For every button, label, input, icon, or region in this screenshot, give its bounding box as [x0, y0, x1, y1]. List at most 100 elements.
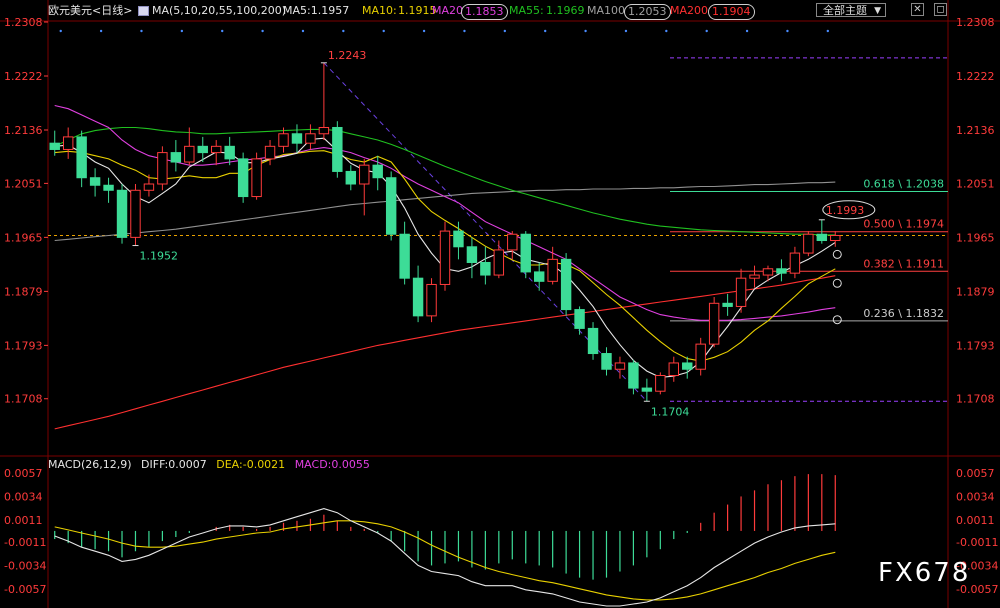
candle-body	[345, 170, 357, 185]
candle-body	[587, 327, 599, 355]
macd-tick-left: 0.0011	[4, 514, 43, 527]
price-tick-right: 1.1793	[956, 339, 995, 352]
close-icon[interactable]: ✕	[911, 3, 924, 16]
ma-end-marker	[832, 278, 842, 288]
fib-level-label: 0.618 \ 1.2038	[863, 178, 944, 191]
candle-body	[62, 136, 74, 150]
price-tick-right: 1.2051	[956, 177, 995, 190]
ma5-label: MA5:1.1957	[283, 4, 350, 17]
candle-body	[439, 230, 451, 285]
candle-body	[184, 145, 195, 163]
ma10-value: 1.1915	[398, 4, 437, 17]
day-marker-dot	[382, 29, 385, 33]
candle-body	[103, 184, 114, 191]
candle-body	[305, 133, 316, 144]
price-tick-right: 1.2136	[956, 124, 995, 137]
candle-body	[560, 258, 572, 311]
candle-body	[89, 177, 101, 186]
ma20-label: MA20	[432, 4, 464, 17]
day-marker-dot	[705, 29, 708, 33]
candle-body	[762, 268, 774, 276]
candle-body	[507, 233, 518, 251]
candle-body	[49, 142, 60, 150]
price-tick-right: 1.1708	[956, 393, 995, 406]
price-annotation: 1.1993	[826, 204, 865, 217]
candle-body	[224, 145, 235, 160]
price-tick-left: 1.1879	[4, 285, 43, 298]
candle-body	[332, 126, 343, 172]
candle-body	[237, 158, 249, 198]
ma55-value: 1.1969	[546, 4, 585, 17]
macd-tick-left: 0.0034	[4, 490, 43, 503]
candle-body	[695, 343, 706, 370]
ma-end-marker	[832, 315, 842, 325]
candle-body	[735, 277, 747, 307]
macd-diff: DIFF:0.0007	[141, 458, 207, 471]
candle-body	[453, 230, 464, 248]
day-marker-dot	[826, 29, 830, 33]
indicator-icon[interactable]	[138, 6, 149, 16]
price-annotation: 1.2243	[328, 49, 367, 62]
candle-body	[830, 234, 841, 242]
day-marker-dot	[261, 29, 264, 33]
symbol-label[interactable]: 欧元美元<日线>	[48, 2, 132, 20]
price-tick-left: 1.2308	[4, 16, 43, 29]
candle-body	[614, 362, 626, 370]
day-marker-dot	[140, 29, 143, 33]
day-marker-dot	[342, 29, 345, 33]
ma-params-label: MA(5,10,20,55,100,200)	[152, 4, 287, 17]
watermark: FX678	[878, 558, 971, 588]
macd-tick-left: -0.0057	[4, 583, 46, 596]
candle-body	[412, 277, 424, 317]
macd-tick-left: -0.0034	[4, 559, 46, 572]
ma10-label: MA10:	[362, 4, 397, 17]
candle-body	[76, 136, 87, 179]
candle-body	[399, 233, 410, 279]
price-tick-left: 1.2222	[4, 70, 43, 83]
candle-body	[197, 145, 208, 154]
theme-dropdown[interactable]: 全部主题 ▼	[816, 3, 886, 17]
restore-icon[interactable]: ◻	[934, 3, 947, 16]
macd-tick-right: 0.0057	[956, 467, 995, 480]
chevron-down-icon: ▼	[874, 6, 881, 16]
day-marker-dot	[786, 29, 789, 33]
candle-body	[170, 152, 182, 163]
fib-level-label: 0.382 \ 1.1911	[863, 257, 944, 270]
price-tick-left: 1.2051	[4, 177, 43, 190]
candle-body	[116, 189, 128, 238]
candle-body	[655, 375, 666, 392]
macd-dea: DEA:-0.0021	[216, 458, 286, 471]
macd-tick-right: 0.0011	[956, 514, 995, 527]
candle-body	[278, 133, 289, 147]
day-marker-dot	[503, 29, 507, 33]
day-marker-dot	[463, 29, 466, 33]
candle-body	[682, 362, 693, 370]
candle-body	[157, 152, 168, 185]
ma200-line	[54, 275, 836, 430]
ma20-value: 1.1853	[461, 4, 508, 20]
macd-tick-right: -0.0011	[956, 536, 998, 549]
candle-body	[426, 283, 437, 317]
macd-tick-left: -0.0011	[4, 536, 46, 549]
ma200-label: MA200	[670, 4, 709, 17]
candle-body	[789, 252, 801, 274]
candle-body	[291, 133, 303, 144]
candle-body	[318, 126, 330, 135]
fib-level-label: 0.236 \ 1.1832	[863, 307, 944, 320]
candle-body	[211, 145, 222, 154]
day-marker-dot	[180, 29, 184, 33]
price-annotation: 1.1952	[139, 250, 178, 263]
day-marker-dot	[745, 29, 749, 33]
candle-body	[574, 309, 585, 329]
candle-body	[816, 233, 828, 242]
macd-value: MACD:0.0055	[294, 458, 370, 471]
candle-body	[359, 164, 370, 185]
candle-body	[722, 302, 733, 307]
macd-header: MACD(26,12,9) DIFF:0.0007 DEA:-0.0021 MA…	[48, 458, 376, 472]
day-marker-dot	[221, 29, 224, 33]
price-tick-left: 1.1965	[4, 231, 43, 244]
candle-body	[466, 246, 478, 263]
chart-canvas: 1.2308 1.2308 1.2222 1.2222 1.2136 1.2136 1.20…	[0, 0, 1000, 608]
candle-body	[385, 177, 397, 235]
candle-body	[533, 271, 545, 282]
